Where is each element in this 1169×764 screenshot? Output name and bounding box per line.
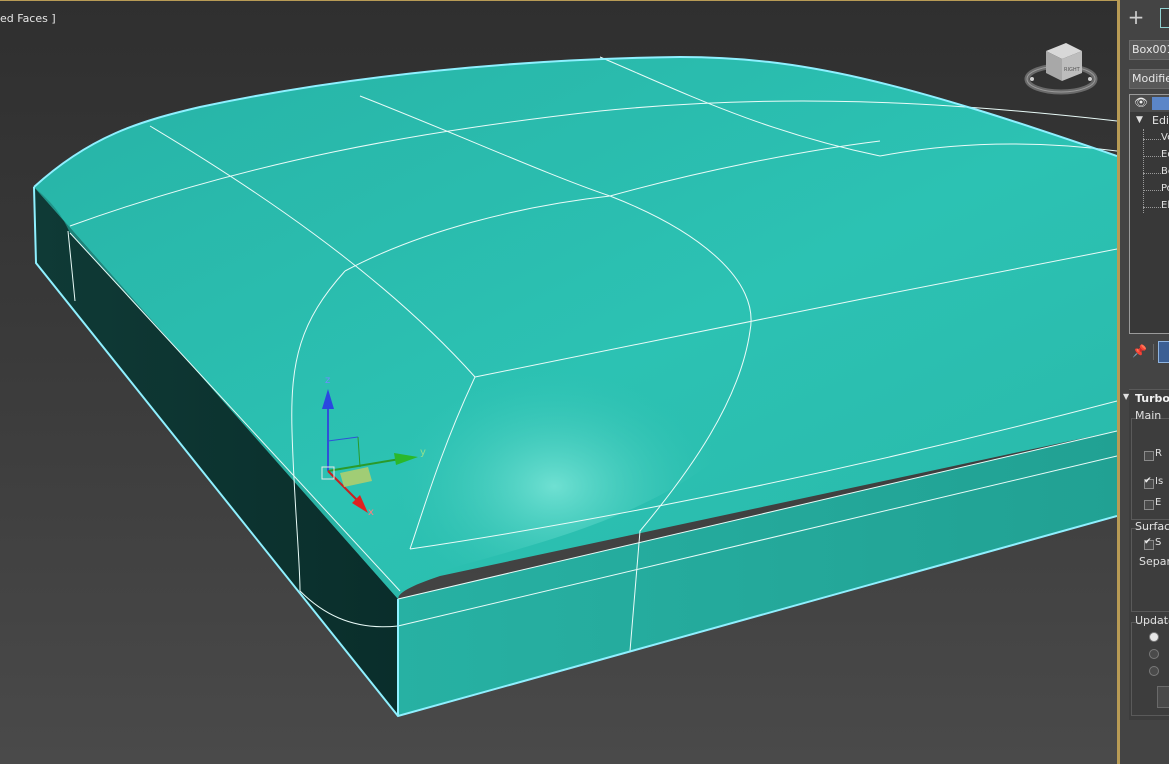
stack-sub-element[interactable]: Element xyxy=(1161,200,1169,211)
scene-canvas[interactable]: z y x xyxy=(0,1,1117,764)
surface-group-label: Surface xyxy=(1135,520,1169,533)
toolbar-separator xyxy=(1153,344,1154,360)
stack-sub-polygon[interactable]: Polygon xyxy=(1161,183,1169,194)
stack-tree-dot xyxy=(1143,207,1161,209)
isoline-display-checkbox[interactable] xyxy=(1144,476,1154,489)
stack-top-row[interactable]: 👁 xyxy=(1130,95,1169,112)
app-window: z y x ed Faces ] RIGHT + Box00 Modifi 👁 … xyxy=(0,0,1169,764)
command-panel: + Box001 Modifier List 👁 ▼ Editable Poly… xyxy=(1120,0,1169,764)
render-iters-label: R xyxy=(1155,448,1162,459)
update-group-label: Update xyxy=(1135,614,1169,627)
rollout-title[interactable]: TurboSmooth xyxy=(1135,392,1169,405)
eye-icon[interactable]: 👁 xyxy=(1134,97,1148,108)
stack-tree-dot xyxy=(1143,173,1161,175)
update-when-rendering-radio[interactable] xyxy=(1149,649,1159,659)
main-group-label: Main xyxy=(1135,409,1162,422)
separate-label: Separate xyxy=(1139,555,1169,568)
update-always-radio[interactable] xyxy=(1149,632,1159,642)
modifier-stack[interactable]: 👁 ▼ Editable Poly Vertex Edge Border Pol… xyxy=(1129,94,1169,334)
stack-sub-edge[interactable]: Edge xyxy=(1161,149,1169,160)
rollout-collapse-icon[interactable]: ▼ xyxy=(1123,392,1129,401)
stack-tree-dot xyxy=(1143,139,1161,141)
stack-selected-modifier[interactable] xyxy=(1152,97,1169,110)
stack-sub-border[interactable]: Border xyxy=(1161,166,1169,177)
explicit-normals-label: E xyxy=(1155,497,1162,508)
stack-tree-dot xyxy=(1143,190,1161,192)
gizmo-x-label: x xyxy=(368,507,374,518)
stack-tree-line xyxy=(1143,129,1145,213)
stack-sub-vertex[interactable]: Vertex xyxy=(1161,132,1169,143)
stack-tree-dot xyxy=(1143,156,1161,158)
object-name-field[interactable]: Box001 xyxy=(1129,40,1169,60)
perspective-viewport[interactable]: z y x ed Faces ] RIGHT xyxy=(0,0,1117,764)
expand-triangle-icon[interactable]: ▼ xyxy=(1136,115,1143,125)
viewcube[interactable]: RIGHT xyxy=(1024,41,1098,99)
render-iters-checkbox[interactable] xyxy=(1144,451,1154,461)
update-manually-radio[interactable] xyxy=(1149,666,1159,676)
gizmo-z-label: z xyxy=(325,375,330,386)
smooth-result-label: S xyxy=(1155,537,1162,548)
isoline-display-label: Is xyxy=(1155,476,1164,487)
stack-item-editable-poly[interactable]: Editable Poly xyxy=(1152,114,1169,127)
explicit-normals-checkbox[interactable] xyxy=(1144,500,1154,510)
turbosmooth-rollout: ▼ TurboSmooth Main R Is E Surface S Sepa… xyxy=(1123,389,1169,720)
modify-tab-icon[interactable] xyxy=(1160,8,1169,28)
modifier-list-dropdown[interactable]: Modifier List xyxy=(1129,69,1169,89)
gizmo-y-label: y xyxy=(420,447,426,458)
viewport-label[interactable]: ed Faces ] xyxy=(0,12,56,25)
pin-stack-icon[interactable]: 📌 xyxy=(1132,344,1147,358)
viewcube-right-label: RIGHT xyxy=(1064,67,1081,73)
smooth-result-checkbox[interactable] xyxy=(1144,537,1154,550)
show-end-result-toggle[interactable] xyxy=(1158,341,1169,363)
create-tab-plus-icon[interactable]: + xyxy=(1125,6,1147,28)
update-button[interactable] xyxy=(1157,686,1169,708)
